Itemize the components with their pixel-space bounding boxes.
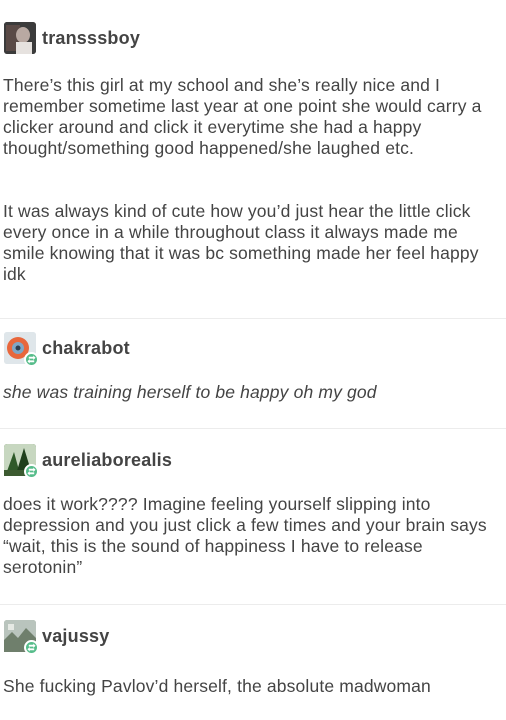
user-photo-icon (4, 22, 36, 54)
reblog-icon (24, 352, 39, 367)
divider (0, 318, 506, 319)
post-header: transssboy (4, 22, 140, 54)
post-header: vajussy (4, 620, 109, 655)
post-paragraph: She fucking Pavlov’d herself, the absolu… (3, 676, 431, 696)
divider (0, 428, 506, 429)
username[interactable]: vajussy (42, 626, 109, 647)
username[interactable]: aureliaborealis (42, 450, 172, 471)
avatar[interactable] (4, 332, 39, 367)
reblog-icon (24, 464, 39, 479)
username[interactable]: transssboy (42, 28, 140, 49)
avatar[interactable] (4, 620, 39, 655)
post-paragraph: she was training herself to be happy oh … (3, 382, 377, 402)
post-paragraph: It was always kind of cute how you’d jus… (3, 201, 479, 284)
post-paragraph: does it work???? Imagine feeling yoursel… (3, 494, 487, 577)
post-header: aureliaborealis (4, 444, 172, 479)
username[interactable]: chakrabot (42, 338, 130, 359)
post-paragraph: There’s this girl at my school and she’s… (3, 75, 482, 158)
avatar[interactable] (4, 444, 39, 479)
divider (0, 604, 506, 605)
avatar[interactable] (4, 22, 36, 54)
post-header: chakrabot (4, 332, 130, 367)
reblog-icon (24, 640, 39, 655)
